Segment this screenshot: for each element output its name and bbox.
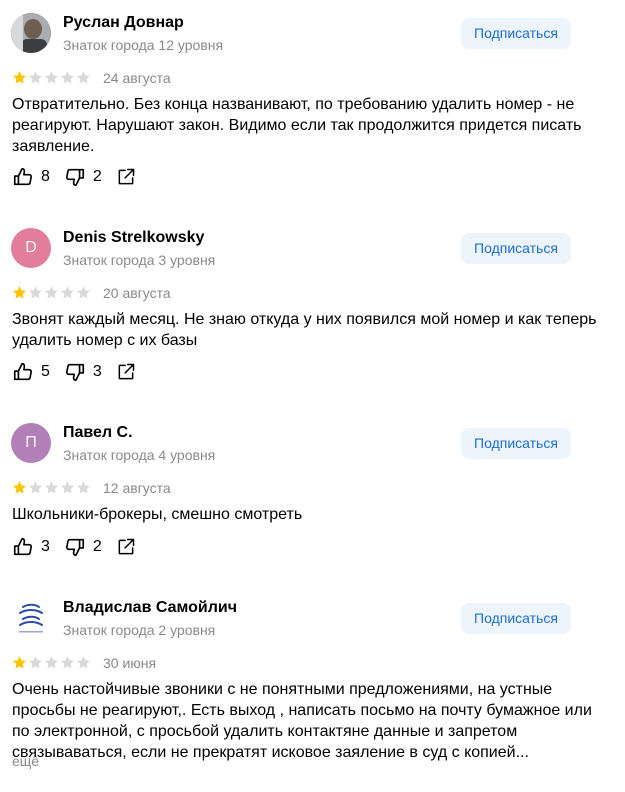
avatar[interactable]: П — [11, 423, 51, 463]
review-date: 24 августа — [103, 70, 171, 86]
like-button[interactable]: 3 — [12, 536, 50, 558]
review-text: Очень настойчивые звоники с не понятными… — [12, 681, 592, 761]
review-date: 20 августа — [103, 285, 171, 301]
star-empty-icon — [44, 481, 59, 494]
star-empty-icon — [44, 286, 59, 299]
review-actions: 3 2 — [12, 536, 150, 558]
share-icon — [118, 363, 135, 380]
thumbs-down-icon — [65, 538, 84, 557]
like-count: 5 — [41, 363, 50, 380]
review-text: Школьники-брокеры, смешно смотреть — [12, 506, 303, 523]
share-icon — [118, 168, 135, 185]
subscribe-button[interactable]: Подписаться — [461, 18, 571, 49]
reviewer-name[interactable]: Владислав Самойлич — [63, 599, 237, 617]
reviewer-level: Знаток города 12 уровня — [63, 37, 224, 53]
avatar[interactable] — [11, 13, 51, 53]
company-logo-icon — [19, 603, 43, 633]
star-empty-icon — [76, 656, 91, 669]
star-empty-icon — [60, 481, 75, 494]
review-text: Звонят каждый месяц. Не знаю откуда у ни… — [12, 311, 597, 349]
avatar[interactable]: D — [11, 228, 51, 268]
dislike-button[interactable]: 2 — [64, 536, 102, 558]
dislike-button[interactable]: 3 — [64, 361, 102, 383]
reviewer-level: Знаток города 4 уровня — [63, 447, 216, 463]
star-empty-icon — [76, 286, 91, 299]
star-filled-icon — [12, 71, 27, 84]
dislike-count: 3 — [92, 363, 102, 380]
star-empty-icon — [60, 286, 75, 299]
like-count: 3 — [41, 538, 50, 555]
avatar-letter: П — [25, 434, 37, 451]
review-actions: 5 3 — [12, 361, 150, 383]
reviewer-name[interactable]: Павел С. — [63, 424, 133, 442]
subscribe-button[interactable]: Подписаться — [461, 603, 571, 634]
thumbs-down-icon — [65, 363, 84, 382]
share-button[interactable] — [116, 537, 136, 557]
star-empty-icon — [60, 656, 75, 669]
reviewer-level: Знаток города 3 уровня — [63, 252, 216, 268]
reviewer-level: Знаток города 2 уровня — [63, 622, 216, 638]
user-photo-icon — [11, 13, 51, 53]
subscribe-button[interactable]: Подписаться — [461, 233, 571, 264]
star-empty-icon — [28, 71, 43, 84]
thumbs-up-icon — [13, 167, 33, 186]
star-filled-icon — [12, 656, 27, 669]
like-button[interactable]: 5 — [12, 361, 50, 383]
star-empty-icon — [44, 656, 59, 669]
like-count: 8 — [41, 168, 50, 185]
star-filled-icon — [12, 481, 27, 494]
star-empty-icon — [76, 71, 91, 84]
review-date: 30 июня — [103, 655, 157, 671]
dislike-button[interactable]: 2 — [64, 166, 102, 188]
review-text: Отвратительно. Без конца названивают, по… — [12, 96, 582, 155]
review-date: 12 августа — [103, 480, 171, 496]
thumbs-up-icon — [13, 537, 33, 556]
share-icon — [118, 538, 135, 555]
subscribe-button[interactable]: Подписаться — [461, 428, 571, 459]
star-empty-icon — [28, 656, 43, 669]
star-empty-icon — [76, 481, 91, 494]
dislike-count: 2 — [92, 168, 102, 185]
star-empty-icon — [28, 286, 43, 299]
star-rating — [12, 70, 91, 85]
reviewer-name[interactable]: Руслан Довнар — [63, 14, 184, 32]
star-empty-icon — [60, 71, 75, 84]
star-rating — [12, 480, 91, 495]
star-rating — [12, 285, 91, 300]
share-button[interactable] — [116, 362, 136, 382]
avatar[interactable] — [11, 598, 51, 638]
star-rating — [12, 655, 91, 670]
review-actions: 8 2 — [12, 166, 150, 188]
star-filled-icon — [12, 286, 27, 299]
avatar-letter: D — [25, 239, 37, 256]
dislike-count: 2 — [92, 538, 102, 555]
star-empty-icon — [44, 71, 59, 84]
show-more-link[interactable]: ещё — [12, 753, 39, 769]
star-empty-icon — [28, 481, 43, 494]
thumbs-down-icon — [65, 168, 84, 187]
share-button[interactable] — [116, 167, 136, 187]
thumbs-up-icon — [13, 362, 33, 381]
reviewer-name[interactable]: Denis Strelkowsky — [63, 229, 204, 247]
like-button[interactable]: 8 — [12, 166, 50, 188]
